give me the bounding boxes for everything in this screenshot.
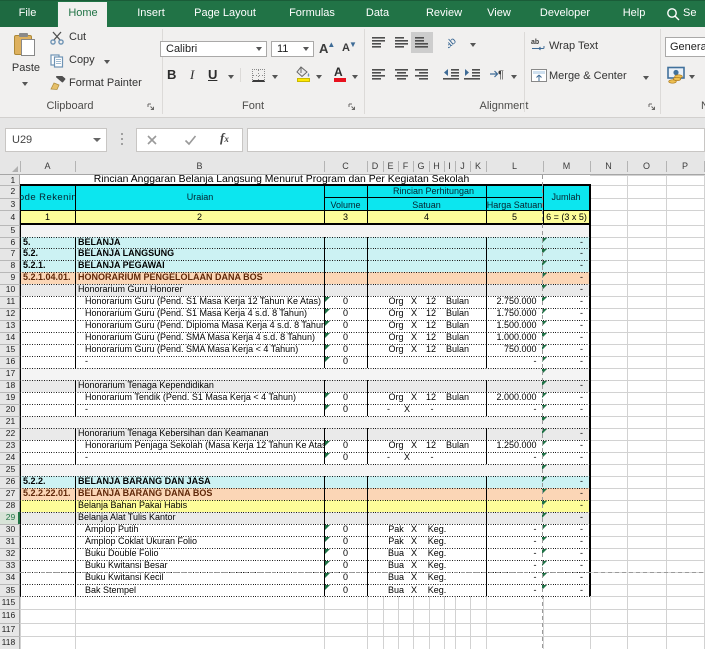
svg-text:¶: ¶ <box>498 69 504 81</box>
svg-text:ab: ab <box>531 39 539 46</box>
